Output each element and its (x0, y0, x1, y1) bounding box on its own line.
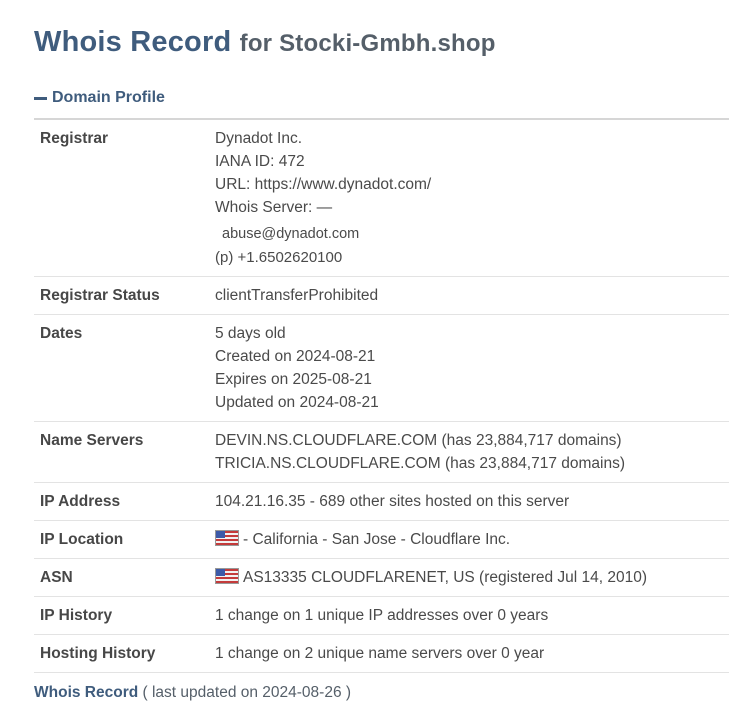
row-asn: ASN AS13335 CLOUDFLARENET, US (registere… (34, 559, 729, 597)
ip-location-label: IP Location (40, 531, 124, 548)
row-registrar: Registrar Dynadot Inc. IANA ID: 472 URL:… (34, 120, 729, 277)
ip-location-text: - California - San Jose - Cloudflare Inc… (243, 531, 511, 548)
ip-address-label: IP Address (40, 493, 121, 510)
registrar-value: Dynadot Inc. IANA ID: 472 URL: https://w… (215, 127, 729, 269)
domain-profile-label: Domain Profile (52, 89, 165, 106)
ip-history-value: 1 change on 1 unique IP addresses over 0… (215, 607, 549, 624)
hosting-history-value: 1 change on 2 unique name servers over 0… (215, 645, 545, 662)
updated-date: Updated on 2024-08-21 (215, 394, 379, 411)
phone-prefix: (p) (215, 249, 234, 266)
last-updated-note: ( last updated on 2024-08-26 ) (142, 684, 352, 701)
registrar-label: Registrar (40, 130, 109, 147)
dates-value: 5 days old Created on 2024-08-21 Expires… (215, 322, 729, 414)
page-title-main: Whois Record (34, 26, 232, 58)
asn-value: AS13335 CLOUDFLARENET, US (registered Ju… (215, 566, 729, 589)
dates-label: Dates (40, 325, 83, 342)
registrar-iana: IANA ID: 472 (215, 153, 305, 170)
registrar-status-value: clientTransferProhibited (215, 287, 379, 304)
name-servers-value: DEVIN.NS.CLOUDFLARE.COM (has 23,884,717 … (215, 429, 729, 475)
row-hosting-history: Hosting History 1 change on 2 unique nam… (34, 635, 729, 673)
ip-address-value: 104.21.16.35 - 689 other sites hosted on… (215, 493, 570, 510)
collapse-minus-icon (34, 96, 47, 100)
expires-date: Expires on 2025-08-21 (215, 371, 372, 388)
registrar-name: Dynadot Inc. (215, 130, 303, 147)
registrar-url: URL: https://www.dynadot.com/ (215, 176, 432, 193)
row-ip-history: IP History 1 change on 1 unique IP addre… (34, 597, 729, 635)
page-title: Whois Record for Stocki-Gmbh.shop (34, 26, 496, 59)
whois-record-footer: Whois Record ( last updated on 2024-08-2… (34, 684, 351, 702)
asn-label: ASN (40, 569, 73, 586)
row-ip-location: IP Location - California - San Jose - Cl… (34, 521, 729, 559)
whois-record-heading: Whois Record (34, 684, 139, 701)
registrar-phone-line: (p) +1.6502620100 (215, 246, 729, 269)
row-dates: Dates 5 days old Created on 2024-08-21 E… (34, 315, 729, 422)
ip-location-value: - California - San Jose - Cloudflare Inc… (215, 528, 729, 551)
hosting-history-label: Hosting History (40, 645, 156, 662)
us-flag-icon (215, 530, 239, 546)
domain-age: 5 days old (215, 325, 286, 342)
registrar-email: abuse@dynadot.com (222, 226, 360, 242)
page-title-domain: for Stocki-Gmbh.shop (239, 30, 496, 57)
row-ip-address: IP Address 104.21.16.35 - 689 other site… (34, 483, 729, 521)
domain-profile-toggle[interactable]: Domain Profile (34, 89, 165, 107)
domain-profile-table: Registrar Dynadot Inc. IANA ID: 472 URL:… (34, 120, 729, 673)
us-flag-icon (215, 568, 239, 584)
registrar-phone: +1.6502620100 (237, 249, 343, 266)
registrar-status-label: Registrar Status (40, 287, 160, 304)
name-servers-label: Name Servers (40, 432, 144, 449)
name-server-2: TRICIA.NS.CLOUDFLARE.COM (has 23,884,717… (215, 455, 626, 472)
asn-text: AS13335 CLOUDFLARENET, US (registered Ju… (243, 569, 648, 586)
ip-history-label: IP History (40, 607, 113, 624)
registrar-whois-server: Whois Server: — (215, 199, 333, 216)
created-date: Created on 2024-08-21 (215, 348, 376, 365)
row-name-servers: Name Servers DEVIN.NS.CLOUDFLARE.COM (ha… (34, 422, 729, 483)
name-server-1: DEVIN.NS.CLOUDFLARE.COM (has 23,884,717 … (215, 432, 622, 449)
row-registrar-status: Registrar Status clientTransferProhibite… (34, 277, 729, 315)
